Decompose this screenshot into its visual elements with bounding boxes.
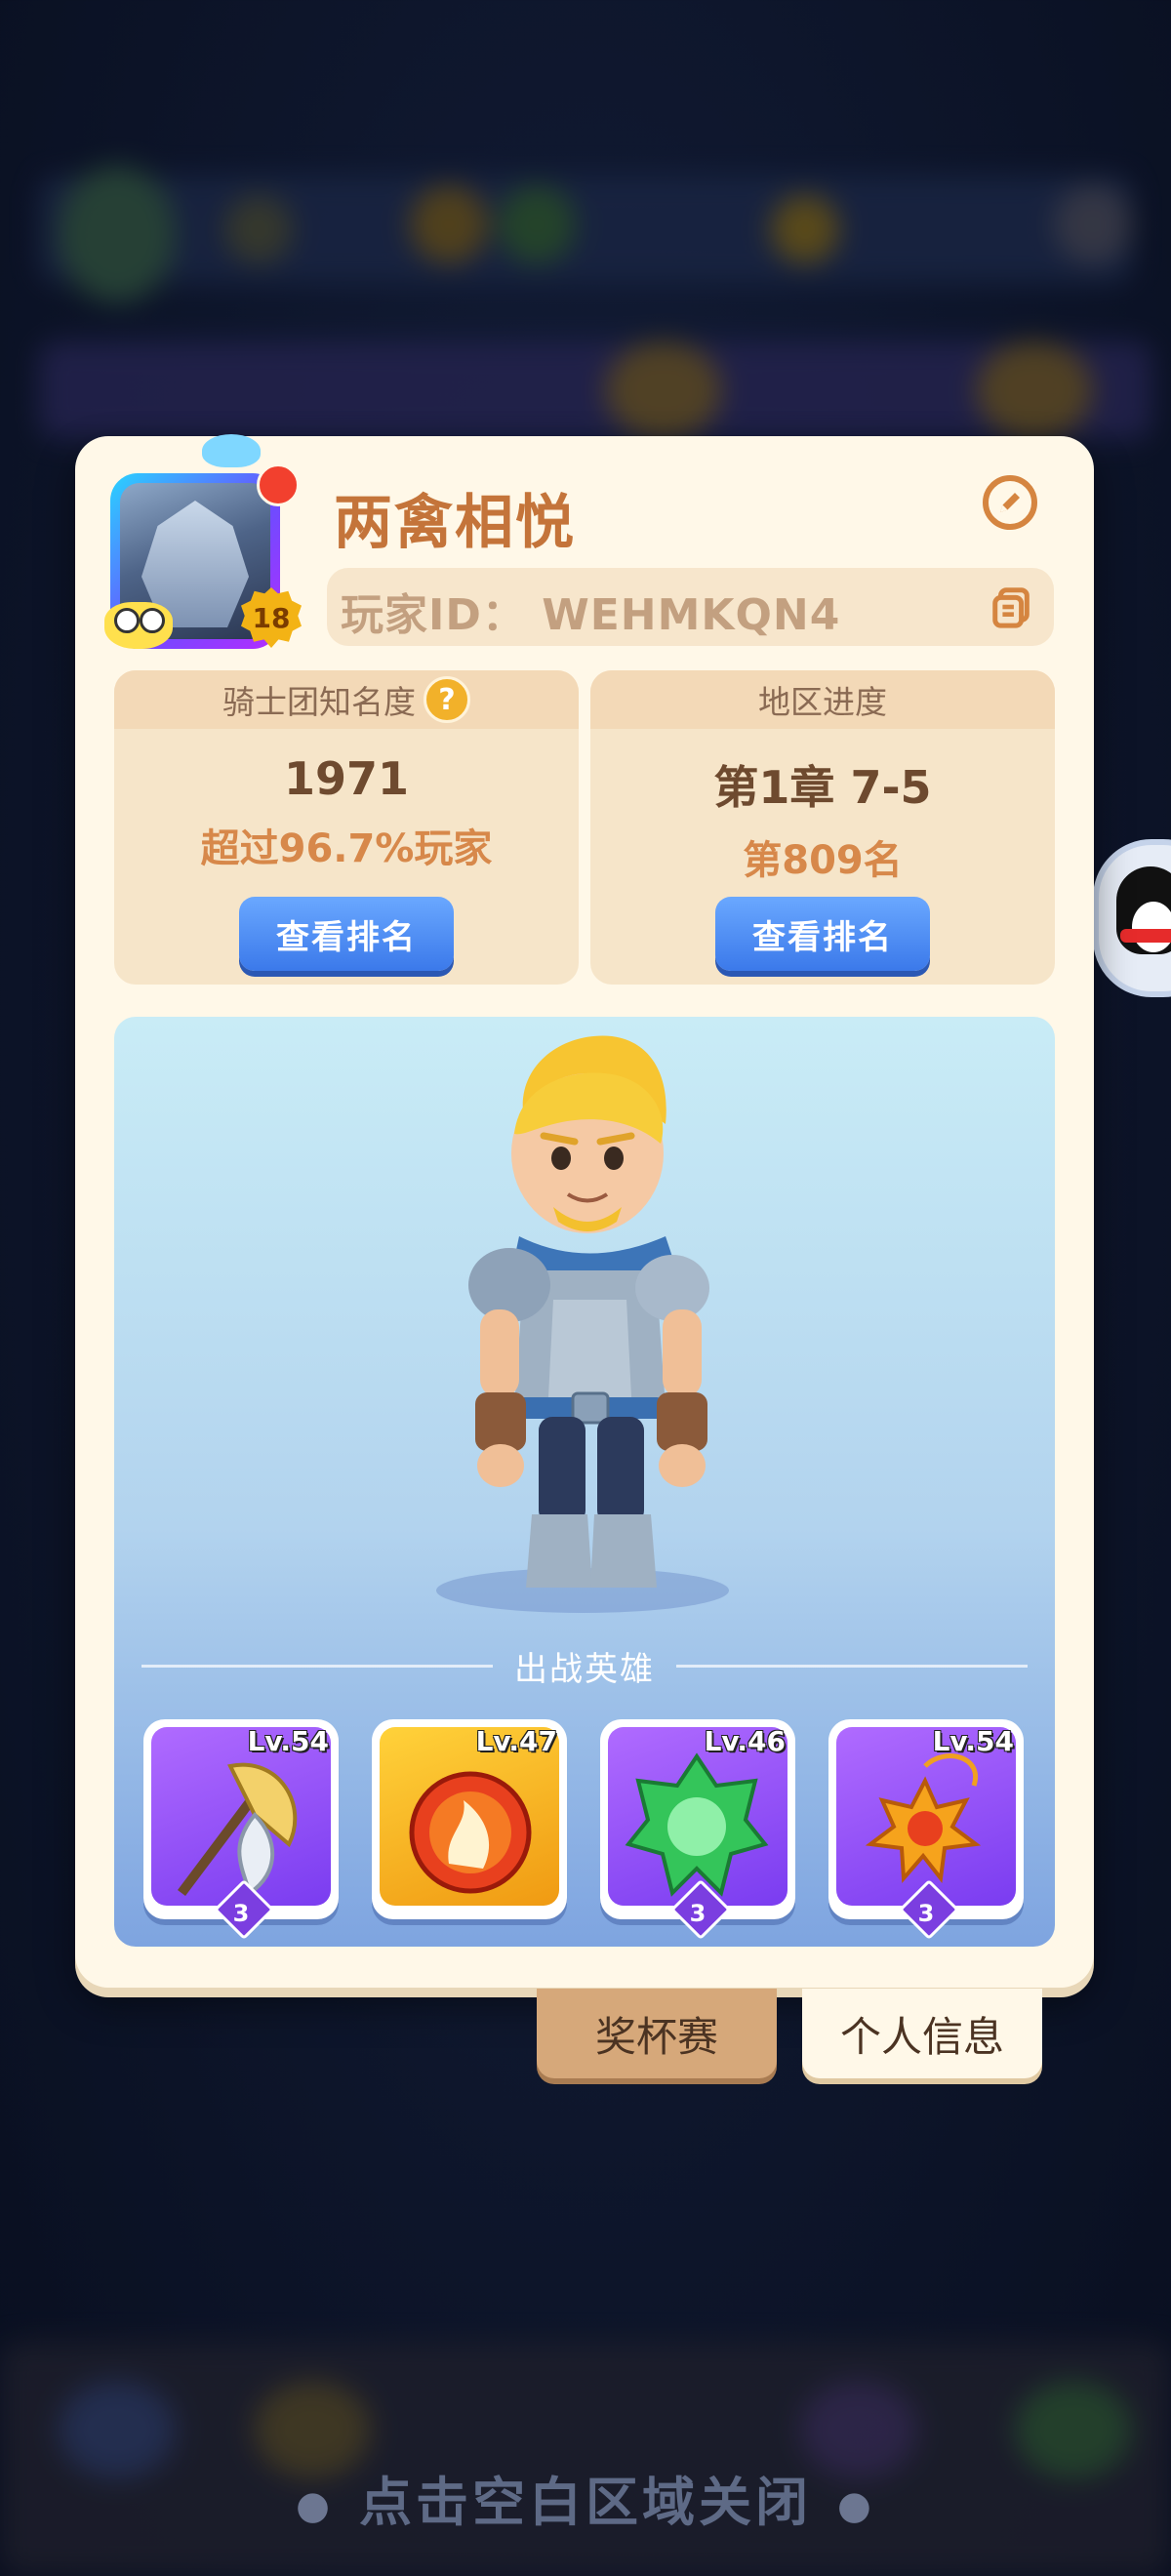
battle-heroes-title: 出战英雄 xyxy=(514,1649,655,1689)
hero-slot-2-level: Lv.47 xyxy=(475,1725,557,1757)
hero-slot-4-level: Lv.54 xyxy=(932,1725,1014,1757)
hint-dot-left: ● xyxy=(296,2483,334,2529)
renown-value: 1971 xyxy=(283,752,410,805)
qq-float-button[interactable] xyxy=(1093,839,1171,997)
hero-slot-1-stars: 3 xyxy=(232,1900,250,1927)
renown-percentile: 超过96.7%玩家 xyxy=(200,826,493,871)
hero-slot-4[interactable]: Lv.54 3 xyxy=(828,1719,1024,1941)
copy-id-icon[interactable] xyxy=(989,584,1034,630)
region-title: 地区进度 xyxy=(758,683,887,721)
tab-trophy[interactable]: 奖杯赛 xyxy=(537,1989,777,2078)
region-stat-box: 地区进度 第1章 7-5 第809名 查看排名 xyxy=(590,670,1055,985)
hero-display-panel: 出战英雄 Lv.54 3 Lv.47 Lv.46 3 Lv.54 3 xyxy=(114,1017,1055,1947)
player-id-text: 玩家ID： WEHMKQN4 xyxy=(341,590,841,640)
qq-penguin-scarf xyxy=(1120,929,1171,943)
renown-title: 骑士团知名度 xyxy=(222,683,416,721)
knight-hero-icon[interactable] xyxy=(407,1026,758,1602)
close-hint: ● 点击空白区域关闭 ● xyxy=(0,2459,1171,2536)
golden-axe-icon xyxy=(178,1762,298,1897)
divider-left xyxy=(141,1664,493,1668)
hero-slot-1-level: Lv.54 xyxy=(247,1725,329,1757)
hero-slot-1[interactable]: Lv.54 3 xyxy=(143,1719,339,1941)
close-hint-text: 点击空白区域关闭 xyxy=(359,2472,812,2533)
region-header: 地区进度 xyxy=(590,670,1055,729)
hero-slot-3-level: Lv.46 xyxy=(704,1725,786,1757)
region-progress: 第1章 7-5 xyxy=(713,761,932,814)
renown-header: 骑士团知名度 ? xyxy=(114,670,579,729)
notification-dot xyxy=(257,463,300,506)
avatar-frame-creature-icon xyxy=(104,602,173,649)
hero-slot-3-stars: 3 xyxy=(689,1900,707,1927)
hint-dot-right: ● xyxy=(837,2483,875,2529)
avatar-frame-mascot-icon xyxy=(202,434,261,467)
sun-amulet-icon xyxy=(865,1753,982,1883)
divider-right xyxy=(676,1664,1028,1668)
pencil-icon xyxy=(1000,493,1020,512)
fire-orb-icon xyxy=(409,1771,532,1894)
green-gem-icon xyxy=(625,1752,769,1897)
profile-card: 18 两禽相悦 玩家ID： WEHMKQN4 骑士团知名度 ? 1971 超过9… xyxy=(75,434,1094,1988)
renown-stat-box: 骑士团知名度 ? 1971 超过96.7%玩家 查看排名 xyxy=(114,670,579,985)
player-level-value: 18 xyxy=(252,601,291,634)
battle-heroes-header: 出战英雄 xyxy=(114,1641,1055,1690)
edit-name-button[interactable] xyxy=(983,475,1037,530)
view-renown-ranking-button[interactable]: 查看排名 xyxy=(239,897,454,971)
player-name: 两禽相悦 xyxy=(334,489,576,557)
qq-penguin-belly xyxy=(1132,902,1171,952)
hero-slot-3[interactable]: Lv.46 3 xyxy=(600,1719,795,1941)
player-id-row: 玩家ID： WEHMKQN4 xyxy=(327,568,1054,646)
help-icon[interactable]: ? xyxy=(424,676,470,723)
hero-slot-2[interactable]: Lv.47 xyxy=(372,1719,567,1919)
region-rank: 第809名 xyxy=(743,838,903,883)
hero-slot-4-stars: 3 xyxy=(917,1900,935,1927)
view-region-ranking-button[interactable]: 查看排名 xyxy=(715,897,930,971)
tab-personal-info[interactable]: 个人信息 xyxy=(802,1989,1042,2078)
